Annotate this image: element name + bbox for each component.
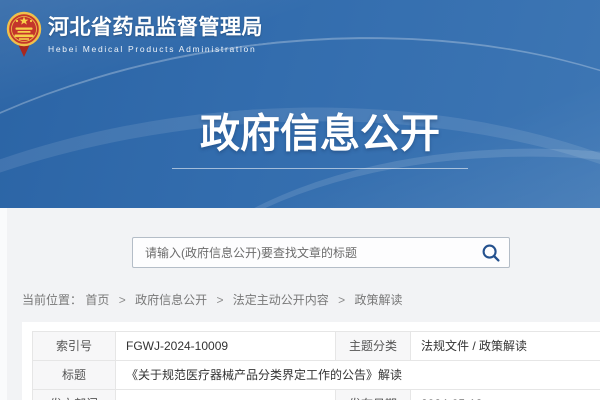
china-national-emblem-icon [6,10,42,66]
site-title-block: 河北省药品监督管理局 Hebei Medical Products Admini… [48,10,263,54]
publish-date-value: 2024-05-13 [411,390,600,400]
document-info-table: 索引号 FGWJ-2024-10009 主题分类 法规文件 / 政策解读 标题 … [32,331,600,400]
breadcrumb-item-gov-info[interactable]: 政府信息公开 [135,293,207,307]
site-name-zh: 河北省药品监督管理局 [48,16,263,40]
breadcrumb-item-home[interactable]: 首页 [85,293,109,307]
left-margin-strip [0,208,7,400]
index-number-value: FGWJ-2024-10009 [116,332,336,361]
table-row-department-date: 发文部门 发布日期 2024-05-13 [33,390,600,400]
search-input[interactable] [133,238,485,267]
index-number-label: 索引号 [33,332,116,361]
search-box [132,237,510,268]
content-section: 当前位置： 首页 > 政府信息公开 > 法定主动公开内容 > 政策解读 索引号 … [0,208,600,400]
subject-category-label: 主题分类 [336,332,411,361]
title-value: 《关于规范医疗器械产品分类界定工作的公告》解读 [116,361,600,390]
breadcrumb-separator: > [119,293,126,307]
breadcrumb-item-legal-disclosure[interactable]: 法定主动公开内容 [233,293,329,307]
banner-title: 政府信息公开 [200,112,440,156]
breadcrumb-separator: > [338,293,345,307]
breadcrumb-separator: > [216,293,223,307]
document-info-card: 索引号 FGWJ-2024-10009 主题分类 法规文件 / 政策解读 标题 … [22,322,600,400]
page: 河北省药品监督管理局 Hebei Medical Products Admini… [0,0,600,400]
issuing-department-label: 发文部门 [33,390,116,400]
title-label: 标题 [33,361,116,390]
site-brand[interactable]: 河北省药品监督管理局 Hebei Medical Products Admini… [6,10,263,66]
site-header: 河北省药品监督管理局 Hebei Medical Products Admini… [0,0,600,208]
search-icon [481,243,501,263]
banner-underline [172,168,468,169]
table-row-index: 索引号 FGWJ-2024-10009 主题分类 法规文件 / 政策解读 [33,332,600,361]
table-row-title: 标题 《关于规范医疗器械产品分类界定工作的公告》解读 [33,361,600,390]
publish-date-label: 发布日期 [336,390,411,400]
breadcrumb-item-policy-interpretation: 政策解读 [355,293,403,307]
breadcrumb: 当前位置： 首页 > 政府信息公开 > 法定主动公开内容 > 政策解读 [22,291,403,308]
search-button[interactable] [481,243,501,263]
breadcrumb-prefix: 当前位置： [22,293,82,307]
issuing-department-value [116,390,336,400]
site-name-en: Hebei Medical Products Administration [48,44,263,54]
subject-category-value: 法规文件 / 政策解读 [411,332,600,361]
